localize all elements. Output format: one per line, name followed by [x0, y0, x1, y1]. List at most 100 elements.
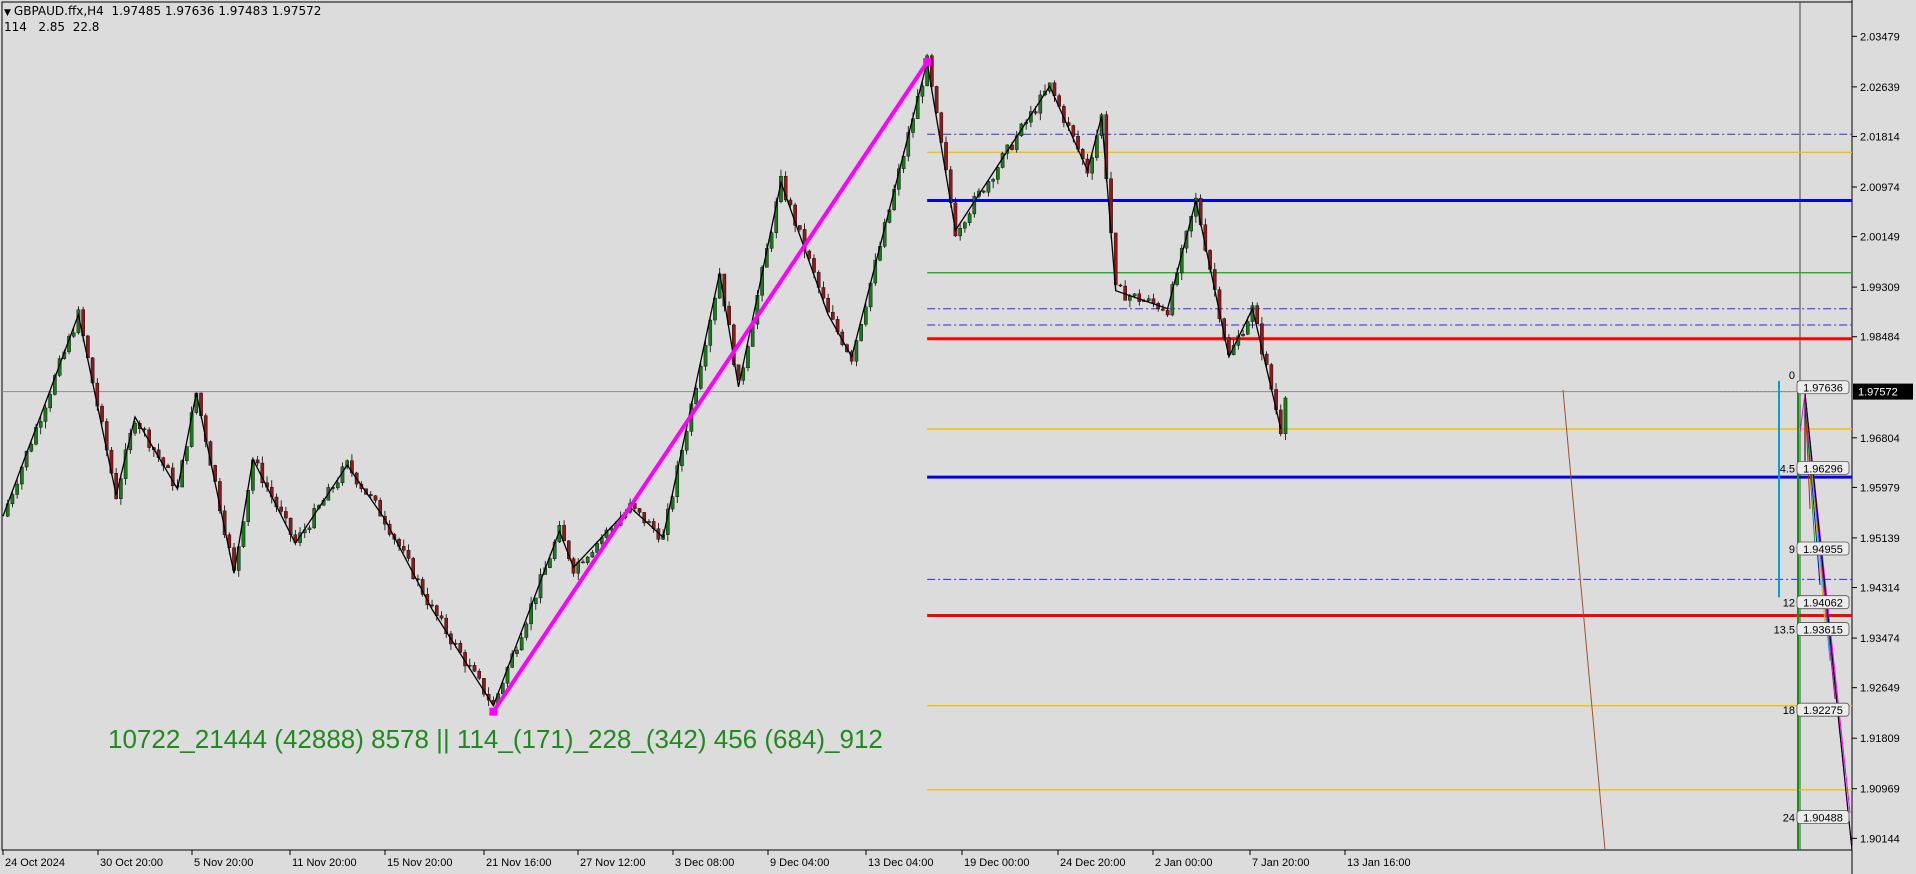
candle-body: [864, 306, 868, 325]
candle-body: [15, 483, 19, 495]
y-tick-label: 1.92649: [1860, 683, 1900, 695]
candle-body: [562, 525, 566, 542]
ohlc-values: 1.97485 1.97636 1.97483 1.97572: [111, 4, 322, 18]
candle-body: [1146, 298, 1151, 301]
y-tick-label: 1.95979: [1860, 482, 1900, 494]
cycle-numbers-label: 10722_21444 (42888) 8578 || 114_(171)_22…: [108, 724, 883, 754]
trendline-anchor-start: [489, 707, 498, 716]
candle-body: [699, 366, 703, 389]
y-tick-label: 1.94314: [1860, 583, 1900, 595]
candle-body: [590, 552, 595, 558]
level-tag-label: 18: [1783, 705, 1795, 717]
candle-body: [279, 506, 283, 512]
candle-body: [831, 312, 835, 320]
level-tag-value: 1.97636: [1803, 383, 1843, 395]
plot-frame: [1, 1, 1853, 851]
y-tick-label: 1.98484: [1860, 332, 1900, 344]
candle-body: [430, 604, 434, 607]
x-tick-label: 7 Jan 20:00: [1252, 857, 1310, 869]
candle-body: [595, 543, 599, 553]
candle-body: [920, 85, 925, 97]
level-tag-label: 9: [1789, 544, 1795, 556]
candle-body: [166, 465, 170, 469]
candle-body: [1165, 310, 1170, 316]
magenta-trendline: [491, 61, 929, 713]
x-tick-label: 5 Nov 20:00: [194, 857, 253, 869]
candle-body: [38, 421, 43, 428]
candle-body: [1151, 298, 1156, 304]
fan-line: [1799, 392, 1806, 433]
candle-body: [1241, 334, 1245, 337]
candle-body: [142, 428, 147, 431]
trendline-anchor-end: [923, 58, 932, 67]
y-tick-label: 2.01814: [1860, 131, 1900, 143]
candle-body: [1118, 284, 1123, 287]
candle-body: [1161, 308, 1165, 311]
candle-body: [958, 227, 962, 237]
level-tag-label: 0: [1789, 370, 1795, 382]
candle-body: [43, 407, 48, 422]
candle-body: [637, 508, 642, 513]
candle-body: [307, 527, 312, 531]
candle-body: [472, 665, 477, 672]
candle-body: [991, 179, 995, 182]
y-tick-label: 1.99309: [1860, 282, 1900, 294]
x-tick-label: 9 Dec 04:00: [770, 857, 829, 869]
x-tick-label: 24 Dec 20:00: [1060, 857, 1125, 869]
candle-body: [1132, 293, 1137, 297]
level-tag-label: 12: [1783, 598, 1795, 610]
candle-body: [1255, 305, 1259, 324]
level-tag-label: 13.5: [1774, 625, 1795, 637]
level-tag-value: 1.94955: [1803, 544, 1843, 556]
candle-body: [1071, 125, 1076, 137]
level-tag-value: 1.92275: [1803, 705, 1843, 717]
candle-body: [406, 549, 411, 559]
candle-body: [515, 649, 519, 654]
level-tag-value: 1.90488: [1803, 813, 1843, 825]
candle-body: [519, 637, 524, 651]
y-tick-label: 2.00974: [1860, 182, 1900, 194]
collapse-triangle-icon[interactable]: ▼: [4, 8, 11, 18]
chart-window[interactable]: 0 1.97636 4.5 1.96296 9 1.94955 12 1.94062 13.5 1…: [0, 0, 1916, 874]
candle-body: [1137, 293, 1142, 302]
chart-header: ▼ GBPAUD.ffx,H4 1.97485 1.97636 1.97483 1…: [4, 4, 321, 34]
candle-body: [133, 423, 137, 434]
candle-body: [255, 459, 260, 464]
candle-body: [585, 556, 590, 563]
candle-body: [1090, 157, 1094, 174]
candle-body: [71, 332, 76, 337]
y-tick-label: 2.00149: [1860, 232, 1900, 244]
x-tick-label: 15 Nov 20:00: [387, 857, 452, 869]
x-tick-label: 21 Nov 16:00: [486, 857, 551, 869]
candle-body: [581, 561, 585, 564]
candle-body: [524, 623, 529, 638]
y-tick-label: 2.02639: [1860, 82, 1900, 94]
y-tick-label: 1.91809: [1860, 733, 1900, 745]
level-tag-label: 4.5: [1780, 463, 1795, 475]
brown-angle-line: [1562, 389, 1606, 851]
symbol-label: GBPAUD.ffx,H4: [13, 4, 104, 18]
level-tag-label: 24: [1783, 813, 1795, 825]
candle-body: [401, 546, 406, 551]
candle-body: [335, 482, 340, 489]
level-tag-value: 1.96296: [1803, 463, 1843, 475]
candle-body: [284, 511, 288, 519]
indicator-values: 114 2.85 22.8: [4, 20, 100, 34]
candle-body: [368, 494, 373, 496]
candle-body: [312, 508, 316, 529]
current-price-label: 1.97572: [1858, 387, 1898, 399]
candle-body: [996, 167, 1000, 180]
candle-body: [703, 345, 708, 367]
candle-body: [986, 181, 991, 193]
x-tick-label: 11 Nov 20:00: [292, 857, 357, 869]
candle-body: [1033, 111, 1038, 114]
level-tag-value: 1.94062: [1803, 598, 1843, 610]
x-tick-label: 13 Jan 16:00: [1347, 857, 1411, 869]
y-tick-label: 1.96804: [1860, 433, 1900, 445]
y-tick-label: 2.03479: [1860, 31, 1900, 43]
x-tick-label: 3 Dec 08:00: [675, 857, 734, 869]
candle-body: [48, 394, 52, 409]
candle-body: [1245, 321, 1250, 335]
candle-body: [477, 671, 482, 679]
candle-body: [1038, 94, 1043, 114]
